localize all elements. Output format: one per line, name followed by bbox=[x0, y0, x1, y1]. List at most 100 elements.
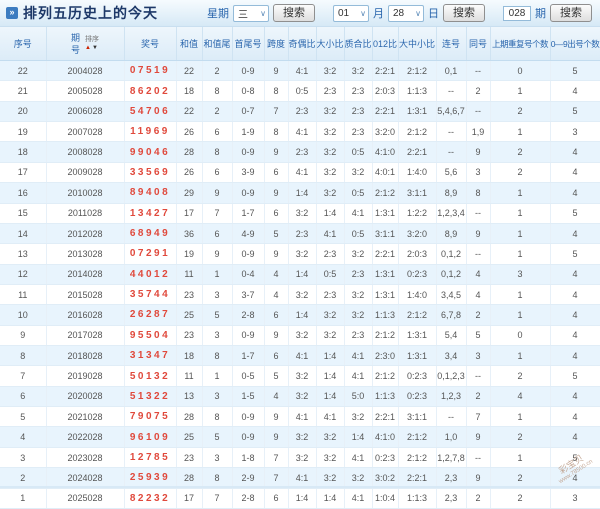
cell-prize: 99046 bbox=[124, 142, 176, 162]
cell-sum: 23 bbox=[176, 284, 202, 304]
cell-issue: 2018028 bbox=[46, 346, 124, 366]
table-row: 152011028134271771-763:21:44:11:3:11:2:2… bbox=[0, 203, 600, 223]
table-row: 222004028075192220-994:13:23:22:2:12:1:2… bbox=[0, 61, 600, 81]
cell-first-last: 1-7 bbox=[232, 346, 264, 366]
cell-prev-repeat-count: 2 bbox=[490, 142, 550, 162]
cell-index: 15 bbox=[0, 203, 46, 223]
cell-issue: 2021028 bbox=[46, 407, 124, 427]
cell-digit-count: 4 bbox=[550, 386, 600, 406]
cell-big-small: 2:3 bbox=[316, 81, 344, 101]
search-date-button[interactable]: 搜索 bbox=[443, 4, 485, 22]
cell-prize: 79075 bbox=[124, 407, 176, 427]
issue-input[interactable] bbox=[503, 6, 531, 21]
cell-sum: 28 bbox=[176, 468, 202, 488]
cell-issue: 2005028 bbox=[46, 81, 124, 101]
cell-sum: 22 bbox=[176, 101, 202, 121]
table-row: 32023028127852331-873:23:24:10:2:32:1:21… bbox=[0, 447, 600, 467]
cell-digit-count: 4 bbox=[550, 264, 600, 284]
cell-issue: 2023028 bbox=[46, 447, 124, 467]
cell-prev-repeat-count: 1 bbox=[490, 407, 550, 427]
cell-prev-repeat-count: 1 bbox=[490, 305, 550, 325]
cell-sum-tail: 9 bbox=[202, 183, 232, 203]
cell-consecutive: 8,9 bbox=[436, 223, 466, 243]
cell-big-small: 2:3 bbox=[316, 244, 344, 264]
cell-consecutive: 0,1,2 bbox=[436, 264, 466, 284]
search-issue-button[interactable]: 搜索 bbox=[550, 4, 592, 22]
cell-prize: 31347 bbox=[124, 346, 176, 366]
cell-prize: 07519 bbox=[124, 61, 176, 81]
cell-digit-count: 4 bbox=[550, 223, 600, 243]
day-select[interactable]: 28 ∨ bbox=[388, 5, 424, 22]
cell-odd-even: 2:3 bbox=[288, 223, 316, 243]
cell-digit-count: 5 bbox=[550, 244, 600, 264]
cell-index: 10 bbox=[0, 305, 46, 325]
cell-sum-tail: 2 bbox=[202, 61, 232, 81]
cell-prize: 33569 bbox=[124, 162, 176, 182]
cell-index: 7 bbox=[0, 366, 46, 386]
table-body: 222004028075192220-994:13:23:22:2:12:1:2… bbox=[0, 61, 600, 509]
cell-sum: 19 bbox=[176, 244, 202, 264]
cell-prev-repeat-count: 2 bbox=[490, 162, 550, 182]
cell-012: 1:1:3 bbox=[372, 305, 398, 325]
cell-big-small: 3:2 bbox=[316, 427, 344, 447]
table-row: 192007028119692661-984:13:22:33:2:02:1:2… bbox=[0, 122, 600, 142]
cell-big-mid-small: 3:1:1 bbox=[398, 407, 436, 427]
table-row: 142012028689493664-952:34:10:53:1:13:2:0… bbox=[0, 223, 600, 243]
sort-asc-icon[interactable]: ▲ bbox=[85, 45, 92, 51]
cell-consecutive: 2,3 bbox=[436, 468, 466, 488]
cell-prize: 50132 bbox=[124, 366, 176, 386]
cell-sum: 29 bbox=[176, 183, 202, 203]
title-arrow-icon: » bbox=[6, 7, 18, 19]
cell-odd-even: 4:1 bbox=[288, 468, 316, 488]
table-row: 82018028313471881-764:11:44:12:3:01:3:13… bbox=[0, 346, 600, 366]
cell-span: 9 bbox=[264, 427, 288, 447]
cell-big-mid-small: 1:1:3 bbox=[398, 81, 436, 101]
chevron-down-icon: ∨ bbox=[415, 9, 421, 18]
cell-odd-even: 4:1 bbox=[288, 346, 316, 366]
cell-digit-count: 4 bbox=[550, 142, 600, 162]
cell-prev-repeat-count: 1 bbox=[490, 284, 550, 304]
sort-widget[interactable]: 排序 ▲▼ bbox=[85, 36, 99, 52]
cell-consecutive: 1,2,7,8 bbox=[436, 447, 466, 467]
search-week-button[interactable]: 搜索 bbox=[273, 4, 315, 22]
cell-index: 5 bbox=[0, 407, 46, 427]
cell-big-mid-small: 2:2:1 bbox=[398, 468, 436, 488]
cell-index: 20 bbox=[0, 101, 46, 121]
cell-odd-even: 2:3 bbox=[288, 142, 316, 162]
week-label: 星期 bbox=[207, 5, 229, 21]
col-header-issue: 期 号 排序 ▲▼ bbox=[46, 27, 124, 61]
cell-prev-repeat-count: 1 bbox=[490, 447, 550, 467]
cell-index: 3 bbox=[0, 447, 46, 467]
cell-prev-repeat-count: 0 bbox=[490, 325, 550, 345]
col-header-consecutive: 连号 bbox=[436, 27, 466, 61]
sort-desc-icon[interactable]: ▼ bbox=[92, 45, 99, 51]
cell-prize: 89408 bbox=[124, 183, 176, 203]
cell-same-number: 2 bbox=[466, 386, 490, 406]
cell-index: 6 bbox=[0, 386, 46, 406]
cell-index: 18 bbox=[0, 142, 46, 162]
month-select[interactable]: 01 ∨ bbox=[333, 5, 369, 22]
cell-first-last: 0-9 bbox=[232, 407, 264, 427]
cell-sum: 11 bbox=[176, 366, 202, 386]
cell-consecutive: 0,1,2,3 bbox=[436, 366, 466, 386]
cell-big-mid-small: 2:1:2 bbox=[398, 122, 436, 142]
sort-label: 排序 bbox=[85, 36, 99, 44]
cell-sum: 28 bbox=[176, 407, 202, 427]
table-row: 202006028547062220-772:33:22:32:2:11:3:1… bbox=[0, 101, 600, 121]
cell-digit-count: 4 bbox=[550, 346, 600, 366]
cell-span: 8 bbox=[264, 81, 288, 101]
cell-issue: 2013028 bbox=[46, 244, 124, 264]
cell-consecutive: 3,4,5 bbox=[436, 284, 466, 304]
cell-prev-repeat-count: 1 bbox=[490, 81, 550, 101]
cell-prize: 54706 bbox=[124, 101, 176, 121]
cell-span: 4 bbox=[264, 386, 288, 406]
issue-label: 期 bbox=[535, 5, 546, 21]
cell-first-last: 0-9 bbox=[232, 244, 264, 264]
cell-same-number: -- bbox=[466, 447, 490, 467]
cell-big-mid-small: 2:1:2 bbox=[398, 61, 436, 81]
cell-span: 4 bbox=[264, 264, 288, 284]
col-header-sum: 和值 bbox=[176, 27, 202, 61]
week-select[interactable]: 三 ∨ bbox=[233, 5, 269, 22]
cell-same-number: 2 bbox=[466, 81, 490, 101]
cell-odd-even: 3:2 bbox=[288, 244, 316, 264]
